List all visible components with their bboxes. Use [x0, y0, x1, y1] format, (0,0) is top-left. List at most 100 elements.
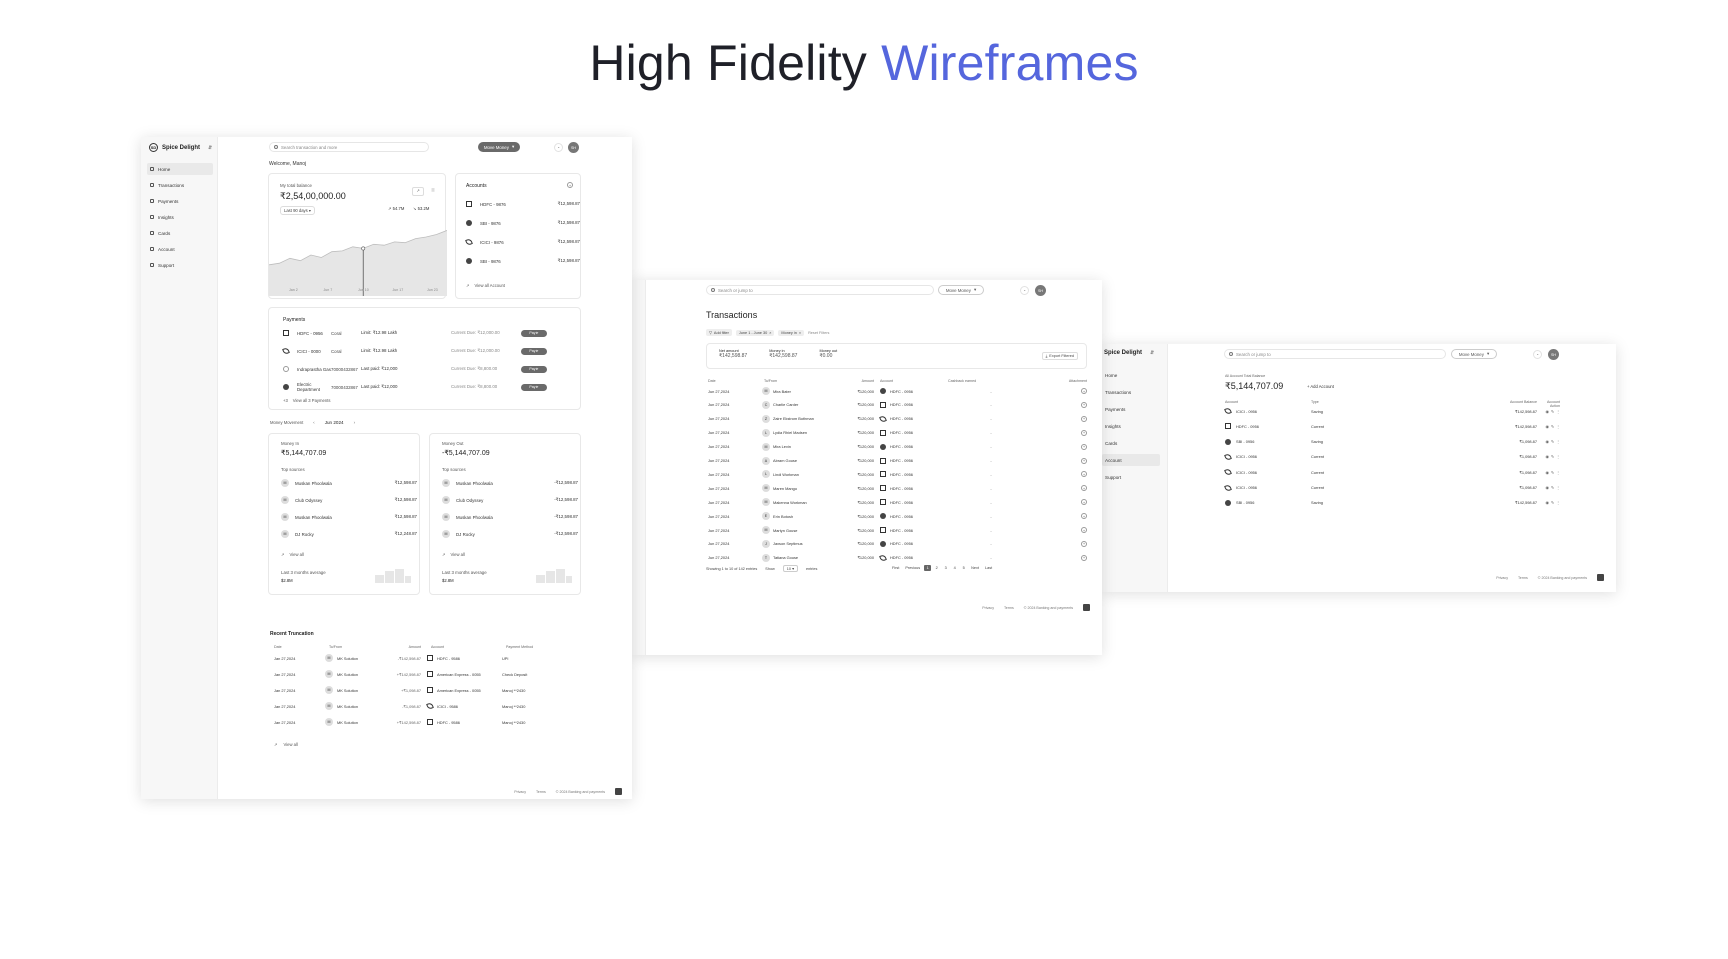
- add-attachment-icon[interactable]: +: [1081, 499, 1087, 506]
- sidebar-item-transactions[interactable]: Transactions: [147, 179, 213, 191]
- view-icon[interactable]: ◉: [1545, 454, 1548, 459]
- table-row[interactable]: Jun 27,2024 M Maren Mango ₹120,000 HDFC - 09…: [706, 484, 1087, 493]
- add-attachment-icon[interactable]: +: [1081, 401, 1087, 408]
- more-icon[interactable]: ⋮: [1556, 500, 1560, 505]
- table-row[interactable]: ICICI - 0956 Saving ₹142,598.87 ◉ ✎ ⋮: [1224, 407, 1560, 415]
- sidebar-item-payments[interactable]: Payments: [147, 195, 213, 207]
- bar-toggle-icon[interactable]: ▥: [427, 187, 439, 196]
- move-money-button[interactable]: Move Money ▾: [1451, 349, 1497, 359]
- avatar[interactable]: SH: [568, 142, 579, 153]
- account-row[interactable]: SBI - 9876 ₹12,598.87: [466, 220, 580, 226]
- pay-button[interactable]: Pay ➤: [521, 329, 547, 337]
- add-attachment-icon[interactable]: +: [1081, 471, 1087, 478]
- source-row[interactable]: M Muskan Phoolwala ₹12,598.87: [281, 513, 417, 521]
- page-3-button[interactable]: 3: [942, 565, 949, 571]
- table-row[interactable]: Jan 27,2024 M MK Solution -₹142,598.87 HDFC …: [270, 654, 582, 662]
- sidebar-item-support[interactable]: Support: [147, 259, 213, 271]
- view-icon[interactable]: ◉: [1545, 470, 1548, 475]
- table-row[interactable]: Jun 27,2024 E Erin Botosh ₹120,000 HDFC - 09…: [706, 512, 1087, 521]
- more-icon[interactable]: ⋮: [1556, 485, 1560, 490]
- table-row[interactable]: Jun 27,2024 M Makenna Workman ₹120,000 HDFC …: [706, 498, 1087, 507]
- table-row[interactable]: Jun 27,2024 L Lindi Workman ₹120,000 HDFC - …: [706, 470, 1087, 479]
- search-input[interactable]: Search or jump to: [1224, 349, 1446, 359]
- pay-button[interactable]: Pay ➤: [521, 347, 547, 355]
- table-row[interactable]: Jun 27,2024 J Jaxson Septimus ₹120,000 HDFC …: [706, 539, 1087, 548]
- source-row[interactable]: M Muskan Phoolwala -₹12,598.87: [442, 513, 578, 521]
- money-in-filter-chip[interactable]: Money in ×: [778, 329, 805, 336]
- chevron-left-icon[interactable]: ‹: [313, 420, 314, 425]
- privacy-link[interactable]: Privacy: [982, 606, 994, 610]
- add-attachment-icon[interactable]: +: [1081, 527, 1087, 533]
- export-button[interactable]: ⤓ Export Filtered: [1041, 352, 1078, 360]
- sidebar-item-account[interactable]: Account: [1102, 454, 1160, 466]
- table-row[interactable]: Jan 27,2024 M MK Solution +₹142,598.87 HDFC …: [270, 718, 582, 726]
- bell-icon[interactable]: ◔: [554, 143, 563, 152]
- view-all-payments-link[interactable]: +3 View all 3 Payments: [283, 398, 330, 403]
- source-row[interactable]: M Club Odyssey -₹12,598.87: [442, 496, 578, 504]
- chevron-right-icon[interactable]: ›: [354, 420, 355, 425]
- avatar[interactable]: SH: [1035, 285, 1046, 296]
- view-all-accounts-link[interactable]: ↗ View all Account: [466, 283, 505, 288]
- source-row[interactable]: M DJ Rocky ₹12,248.87: [281, 530, 417, 538]
- page-first-button[interactable]: First: [890, 565, 901, 571]
- sidebar-item-account[interactable]: Account: [147, 243, 213, 255]
- view-icon[interactable]: ◉: [1545, 409, 1548, 414]
- pay-button[interactable]: Pay ➤: [521, 365, 547, 373]
- add-attachment-icon[interactable]: +: [1081, 554, 1087, 561]
- more-icon[interactable]: ⋮: [1556, 424, 1560, 429]
- source-row[interactable]: M DJ Rocky -₹12,598.87: [442, 530, 578, 538]
- page-size-select[interactable]: 10 ▾: [782, 565, 798, 572]
- table-row[interactable]: Jun 27,2024 M Martyn Gouse ₹120,000 HDFC - 0…: [706, 526, 1087, 534]
- edit-icon[interactable]: ✎: [1551, 424, 1554, 429]
- hover-point[interactable]: [361, 246, 366, 251]
- move-money-button[interactable]: Move Money ▾: [478, 142, 520, 152]
- edit-icon[interactable]: ✎: [1551, 454, 1554, 459]
- terms-link[interactable]: Terms: [1004, 606, 1014, 610]
- table-row[interactable]: ICICI - 0956 Current ₹1,098.87 ◉ ✎ ⋮: [1224, 468, 1560, 477]
- bell-icon[interactable]: ◔: [1020, 286, 1029, 295]
- page-previous-button[interactable]: Previous: [903, 565, 922, 571]
- add-account-button[interactable]: + Add Account: [1307, 384, 1334, 389]
- add-attachment-icon[interactable]: +: [1081, 485, 1087, 492]
- table-row[interactable]: Jun 27,2024 C Charlie Carder ₹120,000 HDFC -…: [706, 400, 1087, 409]
- edit-icon[interactable]: ✎: [1551, 470, 1554, 475]
- reset-filters-link[interactable]: Reset Filters: [808, 331, 829, 335]
- table-row[interactable]: SBI - 0956 Saving ₹142,598.87 ◉ ✎ ⋮: [1225, 499, 1560, 506]
- more-icon[interactable]: ⋮: [1556, 454, 1560, 459]
- table-row[interactable]: Jun 27,2024 A Abram Gouse ₹120,000 HDFC - 09…: [706, 456, 1087, 465]
- view-icon[interactable]: ◉: [1545, 439, 1548, 444]
- table-row[interactable]: Jun 27,2024 M Mira Levin ₹120,000 HDFC - 095…: [706, 442, 1087, 451]
- terms-link[interactable]: Terms: [536, 790, 546, 794]
- page-last-button[interactable]: Last: [983, 565, 994, 571]
- table-row[interactable]: SBI - 0956 Saving ₹1,098.87 ◉ ✎ ⋮: [1225, 438, 1560, 445]
- table-row[interactable]: HDFC - 0956 Current ₹142,598.87 ◉ ✎ ⋮: [1225, 423, 1560, 430]
- table-row[interactable]: Jun 27,2024 T Tatiana Gouse ₹120,000 HDFC - …: [706, 553, 1087, 562]
- avatar[interactable]: SH: [1548, 349, 1559, 360]
- move-money-button[interactable]: Move Money ▾: [938, 285, 984, 295]
- account-row[interactable]: SBI - 9876 ₹12,598.87: [466, 258, 580, 264]
- search-input[interactable]: Search transaction and more: [269, 142, 429, 152]
- terms-link[interactable]: Terms: [1518, 576, 1528, 580]
- add-attachment-icon[interactable]: +: [1081, 457, 1087, 464]
- sidebar-item-cards[interactable]: Cards: [1102, 437, 1160, 449]
- add-attachment-icon[interactable]: +: [1081, 443, 1087, 450]
- view-icon[interactable]: ◉: [1545, 424, 1548, 429]
- pay-button[interactable]: Pay ➤: [521, 383, 547, 391]
- add-account-icon[interactable]: +: [567, 182, 573, 188]
- sidebar-item-insights[interactable]: Insights: [1102, 420, 1160, 432]
- close-icon[interactable]: ×: [799, 331, 801, 335]
- chart-toggle-icon[interactable]: ↗: [412, 187, 424, 196]
- edit-icon[interactable]: ✎: [1551, 439, 1554, 444]
- sidebar-item-cards[interactable]: Cards: [147, 227, 213, 239]
- add-attachment-icon[interactable]: +: [1081, 415, 1087, 422]
- view-icon[interactable]: ◉: [1545, 485, 1548, 490]
- source-row[interactable]: M Muskan Phoolwala ₹12,598.87: [281, 479, 417, 487]
- table-row[interactable]: Jan 27,2024 M MK Solution +₹1,098.87 America…: [270, 686, 582, 694]
- money-out-view-all[interactable]: ↗ View all: [442, 552, 465, 557]
- account-row[interactable]: ICICI - 9876 ₹12,598.87: [465, 238, 580, 246]
- table-row[interactable]: Jan 27,2024 M MK Solution -₹1,098.87 ICICI -…: [270, 702, 582, 710]
- privacy-link[interactable]: Privacy: [1496, 576, 1508, 580]
- table-row[interactable]: ICICI - 0956 Current ₹1,098.87 ◉ ✎ ⋮: [1224, 453, 1560, 461]
- add-attachment-icon[interactable]: +: [1081, 429, 1087, 436]
- page-2-button[interactable]: 2: [933, 565, 940, 571]
